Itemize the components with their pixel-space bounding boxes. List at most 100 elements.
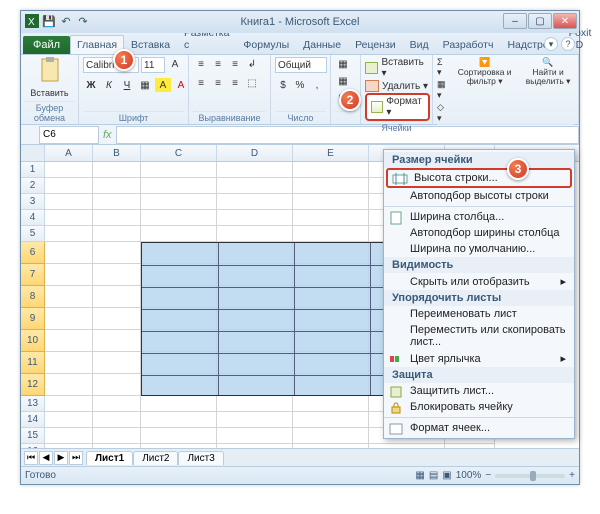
cell[interactable] [293, 226, 369, 242]
sort-label[interactable]: Сортировка и фильтр ▾ [454, 68, 515, 85]
cell[interactable] [93, 374, 141, 396]
fx-icon[interactable]: fx [103, 129, 112, 141]
sheet-tab[interactable]: Лист2 [133, 451, 178, 465]
ribbon-tab-5[interactable]: Рецензи [348, 35, 403, 54]
cell[interactable] [93, 210, 141, 226]
menu-protect-sheet[interactable]: Защитить лист... [384, 383, 574, 399]
row-header[interactable]: 7 [21, 264, 45, 286]
cell[interactable] [141, 210, 217, 226]
name-box[interactable]: C6 [39, 126, 99, 144]
cell[interactable] [93, 330, 141, 352]
ribbon-tab-3[interactable]: Формулы [236, 35, 296, 54]
prev-sheet-icon[interactable]: ◀ [39, 451, 53, 465]
cell[interactable] [217, 226, 293, 242]
cell[interactable] [293, 428, 369, 444]
clear-button[interactable]: ◇ ▾ [437, 102, 447, 124]
increase-font-icon[interactable]: A [167, 57, 183, 71]
maximize-button[interactable]: ▢ [528, 13, 552, 29]
ribbon-tab-1[interactable]: Вставка [124, 35, 177, 54]
format-cells-button[interactable]: Формат ▾ [365, 93, 430, 121]
cond-format-icon[interactable]: ▦ [335, 57, 351, 71]
col-header-A[interactable]: A [45, 145, 93, 161]
cell[interactable] [217, 210, 293, 226]
cell[interactable] [293, 396, 369, 412]
row-header[interactable]: 9 [21, 308, 45, 330]
menu-col-width[interactable]: Ширина столбца... [384, 209, 574, 225]
cell[interactable] [141, 178, 217, 194]
italic-button[interactable]: К [101, 78, 117, 92]
row-header[interactable]: 2 [21, 178, 45, 194]
view-normal-icon[interactable]: ▦ [415, 470, 424, 481]
cell[interactable] [93, 352, 141, 374]
menu-autofit-row[interactable]: Автоподбор высоты строки [384, 188, 574, 204]
row-header[interactable]: 13 [21, 396, 45, 412]
cell[interactable] [217, 428, 293, 444]
menu-hide[interactable]: Скрыть или отобразить▸ [384, 273, 574, 290]
cell[interactable] [141, 396, 217, 412]
cell[interactable] [93, 286, 141, 308]
cell[interactable] [45, 286, 93, 308]
fill-color-icon[interactable]: A [155, 78, 171, 92]
zoom-out-button[interactable]: − [485, 470, 491, 481]
row-header[interactable]: 12 [21, 374, 45, 396]
row-header[interactable]: 5 [21, 226, 45, 242]
cell[interactable] [45, 264, 93, 286]
ribbon-tab-4[interactable]: Данные [296, 35, 348, 54]
font-color-icon[interactable]: A [173, 78, 189, 92]
align-center-icon[interactable]: ≡ [210, 76, 226, 90]
help-icon[interactable]: ? [561, 37, 575, 51]
col-header-D[interactable]: D [217, 145, 293, 161]
cell[interactable] [93, 264, 141, 286]
align-bot-icon[interactable]: ≡ [227, 57, 243, 71]
view-layout-icon[interactable]: ▤ [429, 470, 438, 481]
cell[interactable] [93, 226, 141, 242]
autosum-button[interactable]: Σ ▾ [437, 57, 447, 78]
menu-rename[interactable]: Переименовать лист [384, 306, 574, 322]
next-sheet-icon[interactable]: ▶ [54, 451, 68, 465]
cell[interactable] [293, 194, 369, 210]
cell[interactable] [217, 412, 293, 428]
ribbon-tab-6[interactable]: Вид [403, 35, 436, 54]
menu-lock-cell[interactable]: Блокировать ячейку [384, 399, 574, 415]
cell[interactable] [45, 412, 93, 428]
cell[interactable] [293, 412, 369, 428]
cell[interactable] [45, 210, 93, 226]
row-header[interactable]: 1 [21, 162, 45, 178]
col-header-B[interactable]: B [93, 145, 141, 161]
minimize-button[interactable]: – [503, 13, 527, 29]
zoom-slider[interactable] [495, 474, 565, 478]
cell[interactable] [93, 178, 141, 194]
last-sheet-icon[interactable]: ⏭ [69, 451, 83, 465]
align-mid-icon[interactable]: ≡ [210, 57, 226, 71]
cell[interactable] [45, 308, 93, 330]
cell[interactable] [141, 428, 217, 444]
cell[interactable] [217, 178, 293, 194]
align-left-icon[interactable]: ≡ [193, 76, 209, 90]
cell[interactable] [93, 308, 141, 330]
cell[interactable] [141, 226, 217, 242]
cell[interactable] [45, 194, 93, 210]
percent-icon[interactable]: % [292, 78, 308, 92]
row-header[interactable]: 3 [21, 194, 45, 210]
cell[interactable] [93, 428, 141, 444]
underline-button[interactable]: Ч [119, 78, 135, 92]
cell[interactable] [93, 396, 141, 412]
col-header-C[interactable]: C [141, 145, 217, 161]
wrap-icon[interactable]: ↲ [244, 57, 260, 71]
row-header[interactable]: 8 [21, 286, 45, 308]
cell[interactable] [45, 178, 93, 194]
cell[interactable] [217, 396, 293, 412]
zoom-in-button[interactable]: + [569, 470, 575, 481]
merge-icon[interactable]: ⬚ [244, 76, 260, 90]
delete-cells-button[interactable]: Удалить ▾ [365, 80, 430, 92]
menu-tab-color[interactable]: Цвет ярлычка▸ [384, 350, 574, 367]
col-header-E[interactable]: E [293, 145, 369, 161]
save-icon[interactable]: 💾 [42, 14, 56, 28]
cell[interactable] [45, 226, 93, 242]
menu-move[interactable]: Переместить или скопировать лист... [384, 322, 574, 350]
menu-row-height[interactable]: Высота строки... [386, 168, 572, 188]
align-right-icon[interactable]: ≡ [227, 76, 243, 90]
cell[interactable] [93, 242, 141, 264]
row-header[interactable]: 10 [21, 330, 45, 352]
comma-icon[interactable]: , [309, 78, 325, 92]
